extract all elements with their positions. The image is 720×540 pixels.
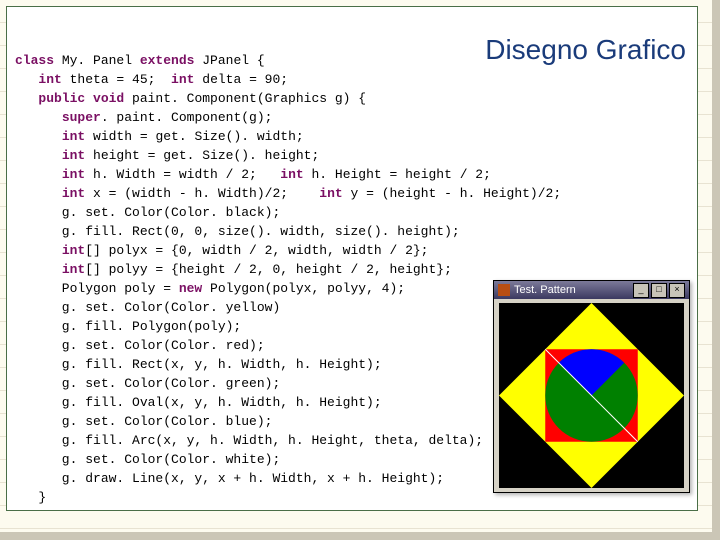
- app-icon: [498, 284, 510, 296]
- preview-window: Test. Pattern _ □ ×: [493, 280, 690, 493]
- window-titlebar: Test. Pattern _ □ ×: [494, 281, 689, 299]
- slide-title: Disegno Grafico: [485, 34, 686, 66]
- close-button[interactable]: ×: [669, 283, 685, 298]
- slide: class My. Panel extends JPanel { int the…: [0, 0, 720, 540]
- window-title: Test. Pattern: [514, 284, 576, 296]
- minimize-button[interactable]: _: [633, 283, 649, 298]
- rendered-graphic: [499, 303, 684, 488]
- window-body: [494, 299, 689, 492]
- maximize-button[interactable]: □: [651, 283, 667, 298]
